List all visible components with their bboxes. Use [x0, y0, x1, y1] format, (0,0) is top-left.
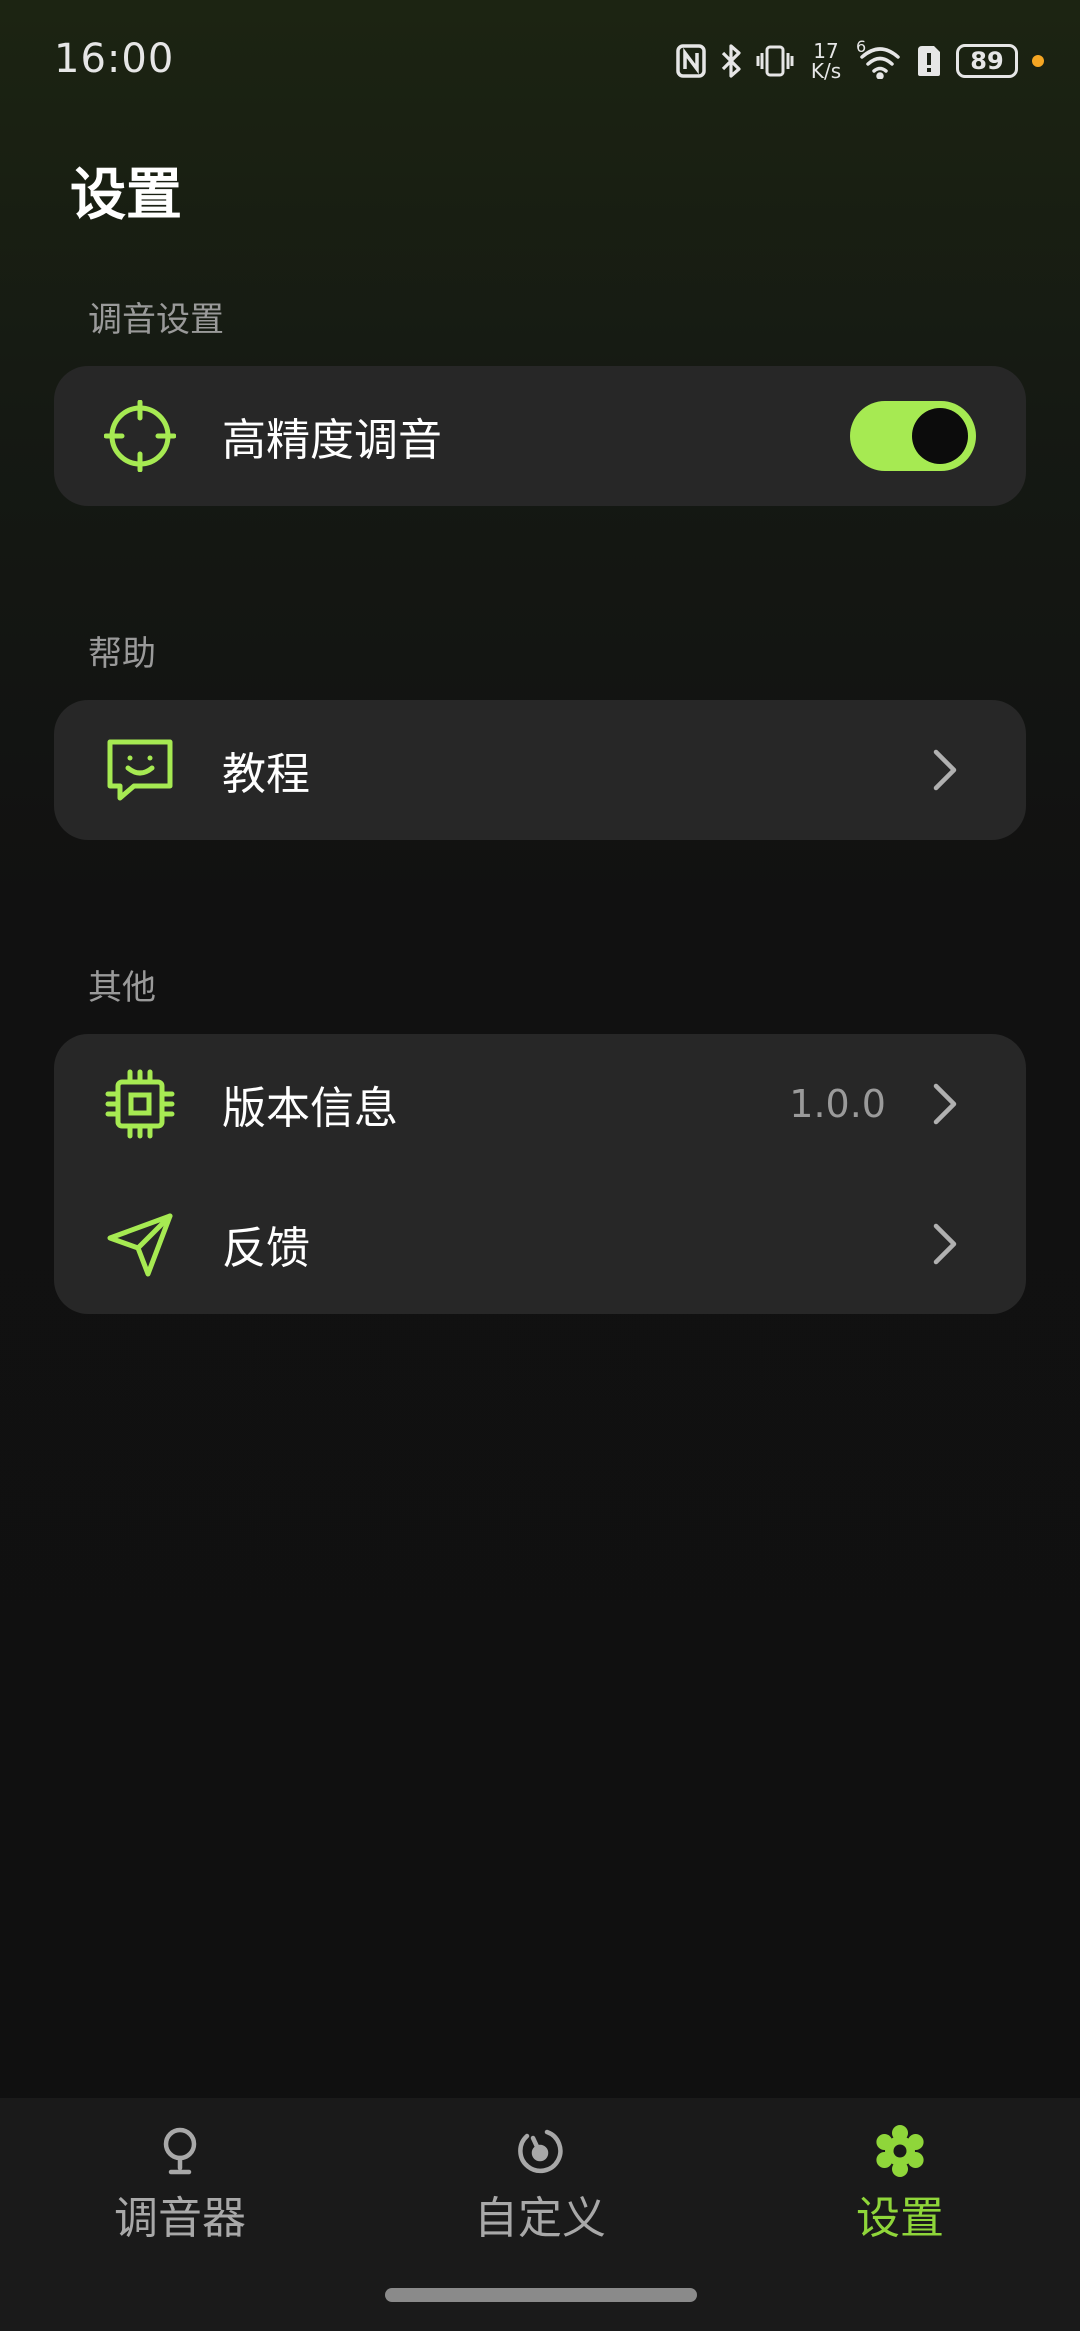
- nav-item-tuner[interactable]: 调音器: [80, 2124, 280, 2246]
- smile-chat-icon: [107, 739, 173, 801]
- net-speed-unit: K/s: [810, 59, 842, 83]
- sim-alert-icon: [916, 44, 942, 78]
- version-value: 1.0.0: [789, 1082, 886, 1126]
- battery-icon: 89: [956, 44, 1018, 78]
- nav-label-tuner: 调音器: [114, 2193, 246, 2244]
- high-precision-toggle[interactable]: [850, 401, 976, 471]
- setting-label-feedback: 反馈: [222, 1223, 310, 1274]
- chip-icon: [105, 1069, 175, 1139]
- setting-row-tutorial[interactable]: 教程: [54, 700, 1026, 840]
- other-card: 版本信息 1.0.0 反馈: [54, 1034, 1026, 1314]
- setting-row-feedback[interactable]: 反馈: [54, 1174, 1026, 1314]
- net-speed: 17 K/s: [808, 41, 844, 81]
- setting-label-tutorial: 教程: [222, 749, 310, 800]
- nav-item-settings[interactable]: 设置: [800, 2124, 1000, 2246]
- status-time: 16:00: [54, 36, 175, 82]
- toggle-knob: [912, 408, 968, 464]
- battery-level: 89: [970, 47, 1004, 75]
- nav-item-custom[interactable]: 自定义: [440, 2124, 640, 2246]
- send-icon: [107, 1213, 173, 1277]
- setting-row-version[interactable]: 版本信息 1.0.0: [54, 1034, 1026, 1174]
- setting-label-high-precision: 高精度调音: [222, 415, 442, 466]
- chevron-right-icon: [933, 1083, 957, 1125]
- wifi-generation-label: 6: [856, 37, 867, 56]
- section-label-other: 其他: [88, 968, 156, 1008]
- battery-status-dot: [1032, 55, 1044, 67]
- section-label-help: 帮助: [88, 634, 156, 674]
- status-icons: 17 K/s 6 89: [676, 37, 1044, 84]
- bluetooth-icon: [720, 43, 742, 79]
- setting-row-high-precision[interactable]: 高精度调音: [54, 366, 1026, 506]
- chevron-right-icon: [933, 1223, 957, 1265]
- vibrate-icon: [756, 44, 794, 78]
- setting-label-version: 版本信息: [222, 1083, 398, 1134]
- nav-label-custom: 自定义: [474, 2193, 606, 2244]
- tuner-icon: [163, 2127, 197, 2175]
- settings-gear-icon: [876, 2125, 924, 2177]
- custom-icon: [518, 2129, 563, 2174]
- home-indicator[interactable]: [385, 2288, 697, 2302]
- help-card: 教程: [54, 700, 1026, 840]
- section-label-tuning: 调音设置: [88, 300, 224, 340]
- tuning-card: 高精度调音: [54, 366, 1026, 506]
- nav-label-settings: 设置: [856, 2193, 944, 2244]
- wifi-icon: 6: [856, 37, 902, 79]
- nfc-icon: [676, 44, 706, 78]
- page-title: 设置: [70, 163, 182, 228]
- status-bar: 16:00 17 K/s 6 89: [0, 0, 1080, 120]
- chevron-right-icon: [933, 749, 957, 791]
- crosshair-icon: [104, 400, 176, 472]
